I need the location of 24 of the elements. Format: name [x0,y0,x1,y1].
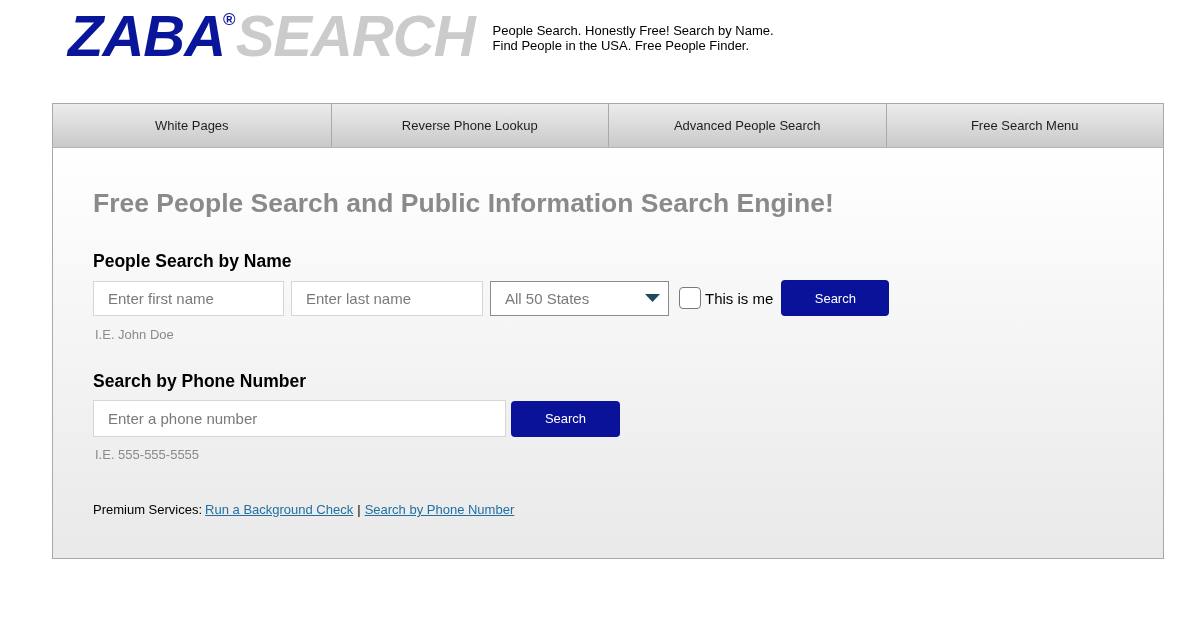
nav-tab[interactable]: White Pages [53,104,331,147]
separator-text: | [357,502,361,518]
section-heading: Search by Phone Number [93,370,306,392]
checkbox[interactable] [679,287,701,309]
hint-text: I.E. John Doe [95,327,174,343]
section-heading: People Search by Name [93,250,292,272]
nav-tab[interactable]: Advanced People Search [608,104,886,147]
last-name-input[interactable]: Enter last name [291,280,483,316]
search-button[interactable]: Search [511,400,620,437]
tagline-text: Find People in the USA. Free People Finder. [492,38,751,53]
nav-tab[interactable]: Reverse Phone Lookup [330,104,608,147]
phone-input[interactable]: Enter a phone number [93,400,506,437]
tagline-text: People Search. Honestly Free! Search by Name. [492,23,774,38]
phone-search-link[interactable]: Search by Phone Number [364,502,515,518]
page-heading: Free People Search and Public Information Search Engine! [93,189,834,217]
nav-tab[interactable]: Free Search Menu [885,104,1163,147]
premium-label: Premium Services: [93,502,203,518]
search-button[interactable]: Search [781,280,890,316]
first-name-input[interactable]: Enter first name [93,280,284,316]
checkbox-label[interactable]: This is me [705,289,774,307]
caret-icon [645,294,660,302]
hint-text: I.E. 555-555-5555 [95,447,200,463]
state-select[interactable]: All 50 States [490,280,669,316]
background-check-link[interactable]: Run a Background Check [205,502,354,518]
